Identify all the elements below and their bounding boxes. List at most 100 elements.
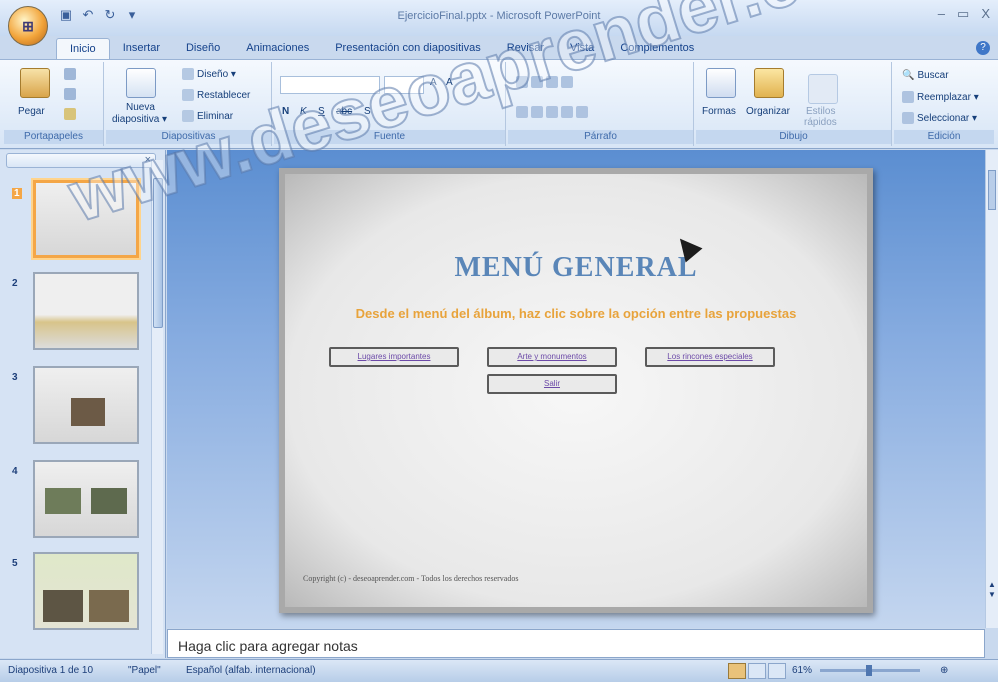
delete-slide-button[interactable]: Eliminar <box>182 110 233 122</box>
quick-styles-button[interactable]: Estilos <box>806 106 835 117</box>
underline-button[interactable]: S <box>318 106 325 117</box>
group-label-parrafo: Párrafo <box>508 130 693 144</box>
slide-thumbnail[interactable] <box>33 180 139 258</box>
thumb-image <box>45 488 81 514</box>
slide-link-lugares[interactable]: Lugares importantes <box>329 347 459 367</box>
reset-label: Restablecer <box>197 89 251 101</box>
status-language[interactable]: Español (alfab. internacional) <box>186 665 316 676</box>
grow-font-button[interactable]: A <box>430 77 437 88</box>
tab-presentacion[interactable]: Presentación con diapositivas <box>322 38 494 60</box>
strike-button[interactable]: abc <box>336 106 352 117</box>
help-icon[interactable]: ? <box>976 41 990 55</box>
cut-icon[interactable] <box>64 68 76 80</box>
maximize-button[interactable]: ▭ <box>957 6 969 22</box>
close-button[interactable]: X <box>981 6 990 22</box>
tab-insertar[interactable]: Insertar <box>110 38 173 60</box>
slide-title[interactable]: MENÚ GENERAL <box>285 252 867 284</box>
group-parrafo: Párrafo <box>508 62 694 146</box>
slide-thumbnail[interactable] <box>33 272 139 350</box>
new-slide-button[interactable]: Nueva <box>126 102 155 113</box>
bullets-icon[interactable] <box>516 76 573 88</box>
replace-label: Reemplazar ▾ <box>917 91 979 103</box>
new-slide-icon[interactable] <box>126 68 156 98</box>
select-button[interactable]: Seleccionar ▾ <box>902 112 977 124</box>
thumb-num: 5 <box>12 558 18 569</box>
arrange-button[interactable]: Organizar <box>746 106 790 117</box>
group-label-diapositivas: Diapositivas <box>106 130 271 144</box>
group-diapositivas: Nueva diapositiva ▾ Diseño ▾ Restablecer… <box>106 62 272 146</box>
reset-button[interactable]: Restablecer <box>182 89 250 101</box>
shadow-button[interactable]: S <box>364 106 371 117</box>
minimize-button[interactable]: – <box>938 6 945 22</box>
panel-tabs[interactable]: × <box>6 153 156 168</box>
canvas-scrollbar[interactable]: ▲ ▼ <box>985 150 998 628</box>
slide-thumbnail[interactable] <box>33 552 139 630</box>
notes-pane[interactable]: Haga clic para agregar notas <box>167 629 985 658</box>
thumb-num: 3 <box>12 372 18 383</box>
copy-icon[interactable] <box>64 88 76 100</box>
group-dibujo: Formas Organizar Estilos rápidos Dibujo <box>696 62 892 146</box>
thumbnails-scrollbar[interactable] <box>151 160 163 654</box>
normal-view-button[interactable] <box>728 663 746 679</box>
paste-icon[interactable] <box>20 68 50 98</box>
office-logo-icon: ⊞ <box>22 17 34 34</box>
slide-footer: Copyright (c) - deseoaprender.com - Todo… <box>303 574 519 583</box>
select-label: Seleccionar ▾ <box>917 112 978 124</box>
scrollbar-thumb[interactable] <box>153 178 163 328</box>
group-label-dibujo: Dibujo <box>696 130 891 144</box>
status-slide-count: Diapositiva 1 de 10 <box>8 665 94 676</box>
new-slide-dropdown[interactable]: diapositiva ▾ <box>112 114 167 125</box>
align-icons[interactable] <box>516 106 588 118</box>
status-bar: Diapositiva 1 de 10 "Papel" Español (alf… <box>0 659 998 682</box>
slide-link-salir[interactable]: Salir <box>487 374 617 394</box>
layout-button[interactable]: Diseño ▾ <box>182 68 236 80</box>
find-button[interactable]: 🔍 Buscar <box>902 70 949 81</box>
shrink-font-button[interactable]: A <box>446 77 453 88</box>
tab-complementos[interactable]: Complementos <box>607 38 707 60</box>
office-button[interactable]: ⊞ <box>8 6 48 46</box>
tab-vista[interactable]: Vista <box>557 38 607 60</box>
bold-button[interactable]: N <box>282 106 289 117</box>
quick-styles-icon[interactable] <box>808 74 838 104</box>
tab-inicio[interactable]: Inicio <box>56 38 110 60</box>
tab-diseno[interactable]: Diseño <box>173 38 233 60</box>
window-controls: – ▭ X <box>938 6 990 22</box>
binoculars-icon: 🔍 <box>902 70 915 81</box>
zoom-level[interactable]: 61% <box>792 665 812 676</box>
slideshow-button[interactable] <box>768 663 786 679</box>
thumb-num: 1 <box>12 188 22 199</box>
font-name-combo[interactable] <box>280 76 380 94</box>
zoom-knob[interactable] <box>866 665 872 676</box>
slide-nav-icons[interactable]: ▲ ▼ <box>988 580 996 600</box>
tab-animaciones[interactable]: Animaciones <box>233 38 322 60</box>
scrollbar-thumb[interactable] <box>988 170 996 210</box>
group-label-fuente: Fuente <box>274 130 505 144</box>
select-icon <box>902 112 914 124</box>
format-painter-icon[interactable] <box>64 108 76 120</box>
ribbon: Pegar Portapapeles Nueva diapositiva ▾ D… <box>0 59 998 149</box>
italic-button[interactable]: K <box>300 106 307 117</box>
slide-sorter-button[interactable] <box>748 663 766 679</box>
replace-button[interactable]: Reemplazar ▾ <box>902 91 979 103</box>
thumb-image <box>43 590 83 622</box>
replace-icon <box>902 91 914 103</box>
paste-button[interactable]: Pegar <box>18 106 45 117</box>
slide-thumbnail[interactable] <box>33 366 139 444</box>
group-label-edicion: Edición <box>894 130 994 144</box>
arrange-icon[interactable] <box>754 68 784 98</box>
find-label: Buscar <box>917 70 949 81</box>
shapes-button[interactable]: Formas <box>702 106 736 117</box>
font-size-combo[interactable] <box>384 76 424 94</box>
tab-revisar[interactable]: Revisar <box>494 38 557 60</box>
thumb-num: 2 <box>12 278 18 289</box>
fit-window-icon[interactable]: ⊕ <box>940 665 948 676</box>
slide[interactable]: MENÚ GENERAL Desde el menú del álbum, ha… <box>279 168 873 613</box>
slide-subtitle[interactable]: Desde el menú del álbum, haz clic sobre … <box>285 306 867 321</box>
zoom-slider[interactable] <box>820 665 920 676</box>
slide-thumbnail[interactable] <box>33 460 139 538</box>
slide-link-rincones[interactable]: Los rincones especiales <box>645 347 775 367</box>
shapes-icon[interactable] <box>706 68 736 98</box>
slide-link-arte[interactable]: Arte y monumentos <box>487 347 617 367</box>
thumb-num: 4 <box>12 466 18 477</box>
delete-label: Eliminar <box>197 110 234 122</box>
